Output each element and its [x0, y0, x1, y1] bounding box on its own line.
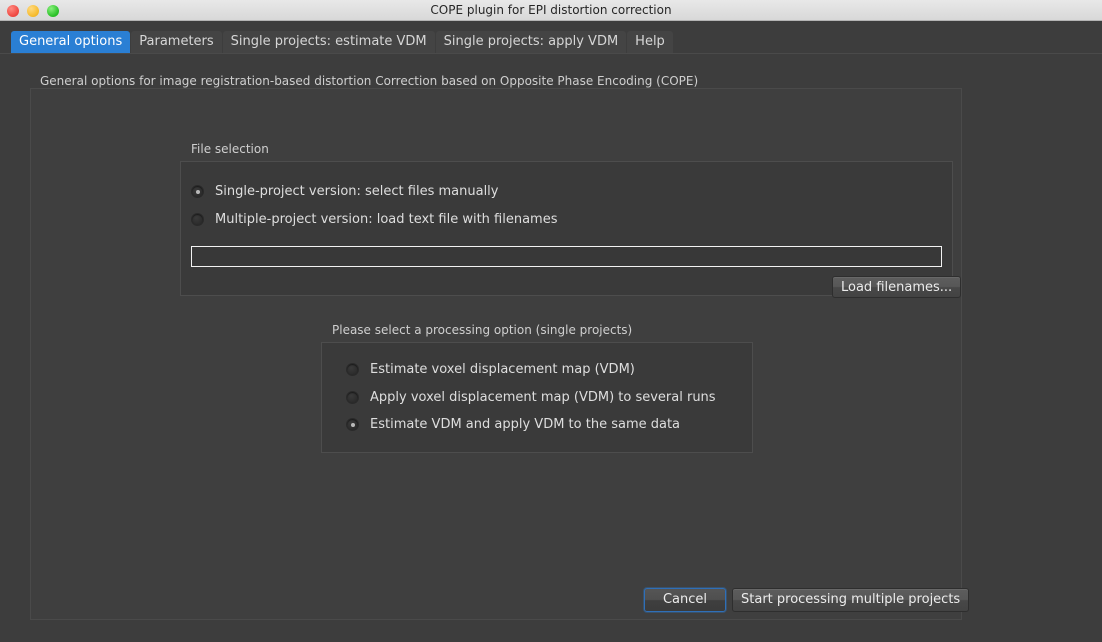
file-selection-title: File selection	[191, 142, 269, 156]
radio-label: Multiple-project version: load text file…	[215, 212, 558, 227]
processing-options-title: Please select a processing option (singl…	[332, 323, 633, 337]
radio-label: Apply voxel displacement map (VDM) to se…	[370, 390, 716, 405]
tab-bar: General options Parameters Single projec…	[0, 21, 1102, 56]
tab-general-options[interactable]: General options	[11, 31, 131, 53]
window-titlebar: COPE plugin for EPI distortion correctio…	[0, 0, 1102, 21]
radio-icon	[191, 185, 204, 198]
start-processing-button[interactable]: Start processing multiple projects	[732, 588, 970, 612]
window-title: COPE plugin for EPI distortion correctio…	[430, 3, 672, 17]
filenames-input[interactable]	[191, 246, 942, 267]
cancel-button[interactable]: Cancel	[644, 588, 726, 612]
radio-apply-vdm-several-runs[interactable]: Apply voxel displacement map (VDM) to se…	[346, 390, 716, 405]
load-filenames-button[interactable]: Load filenames...	[832, 276, 962, 298]
page-title: General options for image registration-b…	[40, 74, 699, 88]
tab-strip: General options Parameters Single projec…	[11, 31, 674, 53]
radio-icon	[191, 213, 204, 226]
tab-help[interactable]: Help	[627, 31, 673, 53]
radio-icon	[346, 363, 359, 376]
tab-single-projects-apply-vdm[interactable]: Single projects: apply VDM	[435, 31, 627, 53]
radio-single-project-version[interactable]: Single-project version: select files man…	[191, 184, 499, 199]
radio-icon	[346, 391, 359, 404]
radio-estimate-and-apply-vdm[interactable]: Estimate VDM and apply VDM to the same d…	[346, 417, 680, 432]
radio-icon	[346, 418, 359, 431]
radio-multiple-project-version[interactable]: Multiple-project version: load text file…	[191, 212, 558, 227]
tab-parameters[interactable]: Parameters	[131, 31, 222, 53]
tab-single-projects-estimate-vdm[interactable]: Single projects: estimate VDM	[222, 31, 435, 53]
file-selection-group: File selection Single-project version: s…	[180, 142, 962, 298]
radio-estimate-vdm[interactable]: Estimate voxel displacement map (VDM)	[346, 362, 635, 377]
action-button-row: Cancel Start processing multiple project…	[644, 588, 970, 612]
radio-label: Single-project version: select files man…	[215, 184, 499, 199]
tab-bar-divider	[0, 53, 1102, 54]
content-panel: File selection Single-project version: s…	[30, 88, 970, 620]
processing-options-group: Please select a processing option (singl…	[321, 323, 753, 453]
radio-label: Estimate voxel displacement map (VDM)	[370, 362, 635, 377]
application-window: COPE plugin for EPI distortion correctio…	[0, 0, 1102, 642]
radio-label: Estimate VDM and apply VDM to the same d…	[370, 417, 681, 432]
